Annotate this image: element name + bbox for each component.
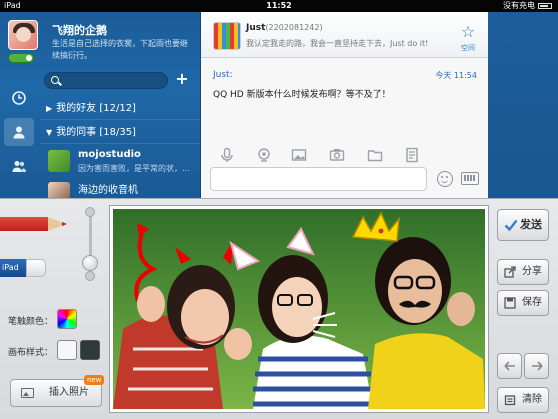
check-icon xyxy=(504,219,518,232)
person-icon xyxy=(13,126,25,139)
doodle-canvas[interactable] xyxy=(109,205,489,413)
friend-name: Just(2202081242) xyxy=(246,23,323,33)
group-label: 我的同事 [18/35] xyxy=(56,127,136,138)
note-icon[interactable] xyxy=(404,147,420,163)
search-icon xyxy=(51,76,59,84)
contact-signature: 因为害而害败，是平常的状，... xyxy=(78,164,190,173)
canvas-style-dark[interactable] xyxy=(80,340,100,360)
contact-avatar xyxy=(48,182,70,198)
contact-avatar xyxy=(48,150,70,172)
message-time: 今天 11:54 xyxy=(435,71,477,80)
brush-color-label: 笔触颜色： xyxy=(8,317,54,327)
search-input[interactable] xyxy=(44,72,168,89)
insert-photo-label: 插入照片 xyxy=(49,387,89,398)
friend-avatar[interactable] xyxy=(213,22,241,50)
image-icon[interactable] xyxy=(291,147,307,163)
status-bar: iPad 11:52 没有充电 xyxy=(0,0,558,12)
sidebar: 飞翔的企鹅 生活是自己选择的衣裳，下起雨也要继续搞衍行。 + ▶ 我的好友 [12… xyxy=(0,12,200,198)
new-badge: new xyxy=(84,375,105,385)
save-label: 保存 xyxy=(522,297,542,308)
clear-label: 清除 xyxy=(522,394,542,405)
brush-size-max xyxy=(85,207,95,217)
brush-size-min xyxy=(85,271,95,281)
doodle-panel: iPad 笔触颜色： 画布样式： 插入照片 new 发送 分享 保存 清除 xyxy=(0,198,558,419)
photo-image[interactable] xyxy=(113,209,485,409)
group-friends[interactable]: ▶ 我的好友 [12/12] xyxy=(40,98,200,120)
friend-nickname: Just xyxy=(246,23,266,33)
webcam-icon[interactable] xyxy=(256,147,272,163)
send-button[interactable]: 发送 xyxy=(497,209,549,241)
message-sender: Just: xyxy=(213,70,233,80)
qq-hd-screen: iPad 11:52 没有充电 飞翔的企鹅 生活是自己选择的衣裳，下起雨也要继续… xyxy=(0,0,558,419)
pencil-tool[interactable] xyxy=(0,213,70,235)
arrow-left-icon xyxy=(504,361,515,371)
share-button[interactable]: 分享 xyxy=(497,259,549,285)
arrow-right-icon xyxy=(532,361,543,371)
group-label: 我的好友 [12/12] xyxy=(56,103,136,114)
message-list: Just: 今天 11:54 QQ HD 新版本什么时候发布啊？等不及了！ xyxy=(201,58,489,144)
floppy-icon xyxy=(504,297,516,309)
qzone-label: 空间 xyxy=(461,44,475,52)
list-item[interactable]: 海边的收音机 xyxy=(40,178,200,198)
message-text: QQ HD 新版本什么时候发布啊？等不及了！ xyxy=(213,90,391,100)
online-status-toggle[interactable] xyxy=(8,53,34,63)
friend-qq-number: (2202081242) xyxy=(265,23,323,32)
share-label: 分享 xyxy=(522,266,542,277)
microphone-icon[interactable] xyxy=(219,147,235,163)
contact-name: mojostudio xyxy=(78,149,141,160)
nav-contacts[interactable] xyxy=(4,118,34,146)
sidebar-nav xyxy=(0,80,38,198)
eraser-tool[interactable]: iPad xyxy=(0,259,48,277)
caret-right-icon: ▶ xyxy=(46,104,53,113)
camera-icon[interactable] xyxy=(329,147,345,163)
profile-nickname: 飞翔的企鹅 xyxy=(52,24,107,37)
qzone-button[interactable]: ☆ 空间 xyxy=(457,22,479,53)
list-item[interactable]: mojostudio 因为害而害败，是平常的状，... xyxy=(40,146,200,176)
contact-name: 海边的收音机 xyxy=(78,185,138,196)
message-input-row xyxy=(201,164,489,198)
redo-button[interactable] xyxy=(524,353,549,379)
emoji-icon[interactable] xyxy=(437,171,453,187)
brush-size-slider[interactable] xyxy=(82,255,98,271)
battery-status: 没有充电 xyxy=(503,0,552,12)
battery-label: 没有充电 xyxy=(503,1,535,10)
clock: 11:52 xyxy=(266,1,292,10)
clock-icon xyxy=(12,91,26,105)
profile-header: 飞翔的企鹅 生活是自己选择的衣裳，下起雨也要继续搞衍行。 xyxy=(0,12,200,68)
clear-button[interactable]: 清除 xyxy=(497,387,549,413)
right-background xyxy=(488,12,558,198)
save-button[interactable]: 保存 xyxy=(497,290,549,316)
share-icon xyxy=(504,266,516,278)
send-label: 发送 xyxy=(520,218,542,231)
canvas-style-label: 画布样式： xyxy=(8,348,54,358)
canvas-style-white[interactable] xyxy=(57,340,77,360)
profile-signature[interactable]: 生活是自己选择的衣裳，下起雨也要继续搞衍行。 xyxy=(52,38,194,62)
keyboard-icon[interactable] xyxy=(461,172,479,185)
group-colleagues[interactable]: ▼ 我的同事 [18/35] xyxy=(40,122,200,144)
nav-recent[interactable] xyxy=(4,84,34,112)
battery-icon xyxy=(538,3,552,9)
message-input[interactable] xyxy=(210,167,427,191)
star-icon: ☆ xyxy=(460,22,476,41)
folder-icon[interactable] xyxy=(367,147,383,163)
friend-signature: 我认定我走的路，我会一直坚持走下去，Just do it! xyxy=(246,39,429,48)
undo-button[interactable] xyxy=(497,353,522,379)
chat-toolbar xyxy=(201,144,489,166)
avatar[interactable] xyxy=(8,20,38,50)
color-picker[interactable] xyxy=(57,309,77,329)
chat-panel: Just(2202081242) 我认定我走的路，我会一直坚持走下去，Just … xyxy=(200,12,489,198)
add-contact-button[interactable]: + xyxy=(174,71,190,87)
caret-down-icon: ▼ xyxy=(46,128,53,137)
photo-doodle-illustration xyxy=(113,209,485,409)
chat-header: Just(2202081242) 我认定我走的路，我会一直坚持走下去，Just … xyxy=(201,12,489,58)
group-icon xyxy=(12,161,26,172)
eraser-label: iPad xyxy=(0,259,26,277)
photo-icon xyxy=(21,388,34,398)
trash-icon xyxy=(504,395,516,406)
nav-groups[interactable] xyxy=(4,152,34,180)
